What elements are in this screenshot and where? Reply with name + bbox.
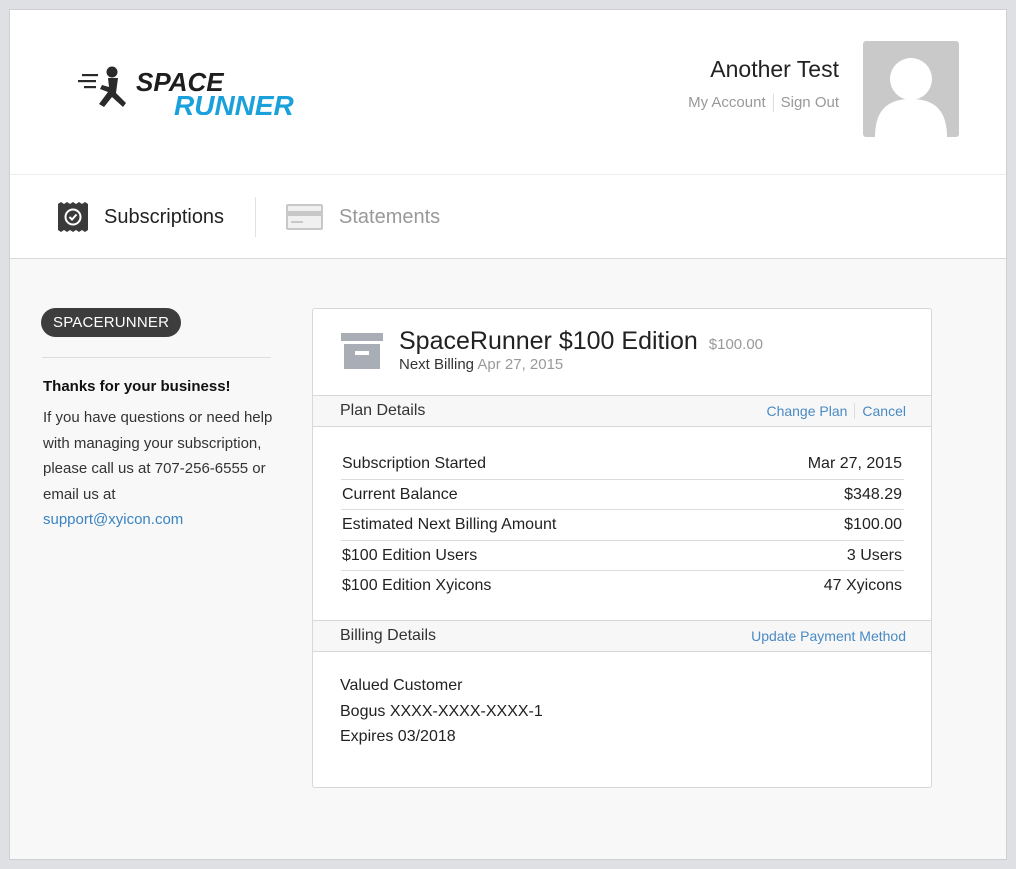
my-account-link[interactable]: My Account — [688, 94, 766, 112]
billing-customer: Valued Customer — [340, 677, 463, 694]
plan-details-bar: Plan Details Change Plan Cancel — [313, 395, 931, 427]
billing-details-bar: Billing Details Update Payment Method — [313, 620, 931, 652]
tab-divider — [255, 197, 256, 237]
app-frame: SPACE RUNNER Another Test My Account Sig… — [9, 9, 1007, 860]
archive-box-icon — [341, 333, 383, 369]
tab-statements[interactable]: Statements — [286, 175, 440, 259]
tab-statements-label: Statements — [339, 205, 441, 228]
detail-label: Estimated Next Billing Amount — [342, 516, 557, 534]
detail-value: $100.00 — [844, 516, 902, 534]
plan-actions: Change Plan Cancel — [766, 403, 906, 419]
svg-text:RUNNER: RUNNER — [174, 90, 295, 115]
plan-header: SpaceRunner $100 Edition $100.00 Next Bi… — [313, 309, 931, 395]
detail-label: $100 Edition Users — [342, 546, 478, 564]
detail-row: Estimated Next Billing Amount $100.00 — [341, 510, 904, 541]
support-email-link[interactable]: support@xyicon.com — [43, 507, 273, 533]
billing-info: Valued Customer Bogus XXXX-XXXX-XXXX-1 E… — [313, 652, 931, 771]
detail-label: Subscription Started — [342, 455, 487, 472]
user-name: Another Test — [710, 56, 839, 82]
billing-actions: Update Payment Method — [751, 628, 906, 644]
help-text-block: If you have questions or need help with … — [43, 405, 273, 533]
header: SPACE RUNNER Another Test My Account Sig… — [10, 10, 1006, 174]
detail-value: Mar 27, 2015 — [807, 455, 902, 472]
next-billing: Next Billing Apr 27, 2015 — [399, 356, 563, 373]
detail-row: Subscription Started Mar 27, 2015 — [341, 449, 904, 480]
spacerunner-logo[interactable]: SPACE RUNNER — [78, 65, 330, 115]
detail-value: 3 Users — [846, 546, 902, 564]
detail-label: $100 Edition Xyicons — [342, 577, 492, 595]
next-billing-label: Next Billing — [399, 356, 475, 373]
plan-details-title: Plan Details — [340, 402, 426, 419]
cancel-link[interactable]: Cancel — [862, 403, 906, 419]
detail-value: $348.29 — [844, 485, 902, 503]
detail-label: Current Balance — [342, 485, 458, 503]
subscription-card: SpaceRunner $100 Edition $100.00 Next Bi… — [312, 308, 932, 788]
next-billing-date: Apr 27, 2015 — [477, 356, 564, 373]
tab-bar: Subscriptions Statements — [10, 174, 1006, 259]
thanks-heading: Thanks for your business! — [43, 378, 231, 395]
update-payment-link[interactable]: Update Payment Method — [751, 628, 906, 644]
billing-card: Bogus XXXX-XXXX-XXXX-1 — [340, 702, 543, 720]
detail-row: $100 Edition Users 3 Users — [341, 541, 904, 572]
plan-title: SpaceRunner $100 Edition — [399, 327, 698, 355]
detail-row: $100 Edition Xyicons 47 Xyicons — [341, 571, 904, 602]
detail-row: Current Balance $348.29 — [341, 480, 904, 511]
sidebar: SPACERUNNER Thanks for your business! If… — [41, 308, 273, 533]
billing-expiry: Expires 03/2018 — [340, 728, 456, 746]
plan-details-list: Subscription Started Mar 27, 2015 Curren… — [313, 427, 931, 620]
action-separator — [854, 403, 856, 419]
tab-subscriptions[interactable]: Subscriptions — [58, 175, 224, 259]
tab-subscriptions-label: Subscriptions — [104, 205, 225, 228]
plan-title-line: SpaceRunner $100 Edition $100.00 — [399, 327, 763, 356]
sign-out-link[interactable]: Sign Out — [781, 94, 839, 112]
user-silhouette-icon — [875, 58, 947, 137]
billing-details-title: Billing Details — [340, 627, 437, 644]
link-separator — [772, 94, 774, 112]
sidebar-divider — [42, 357, 271, 358]
plan-price: $100.00 — [708, 336, 764, 353]
change-plan-link[interactable]: Change Plan — [766, 403, 847, 419]
user-links: My Account Sign Out — [688, 94, 839, 112]
help-text: If you have questions or need help with … — [43, 409, 273, 503]
detail-value: 47 Xyicons — [823, 577, 902, 595]
check-badge-icon — [58, 202, 88, 232]
account-pill[interactable]: SPACERUNNER — [41, 308, 182, 337]
avatar[interactable] — [863, 41, 959, 137]
credit-card-icon — [286, 204, 323, 230]
